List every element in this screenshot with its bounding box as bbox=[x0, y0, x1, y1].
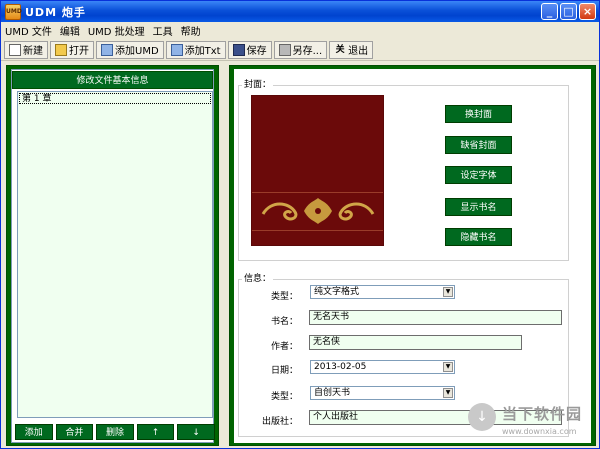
list-item[interactable]: 第 1 章 bbox=[19, 93, 211, 104]
menu-umd-file[interactable]: UMD 文件 bbox=[1, 23, 56, 38]
type-label: 类型： bbox=[270, 292, 298, 302]
cover-image[interactable] bbox=[251, 95, 384, 246]
title-bar[interactable]: UMD UDM 炮手 _ □ × bbox=[1, 1, 599, 22]
menu-edit[interactable]: 编辑 bbox=[56, 23, 84, 38]
menu-batch[interactable]: UMD 批处理 bbox=[84, 23, 149, 38]
open-button[interactable]: 打开 bbox=[50, 40, 94, 59]
window-title: UDM 炮手 bbox=[25, 5, 86, 19]
date-label: 日期： bbox=[270, 366, 298, 376]
add-txt-icon bbox=[170, 43, 183, 56]
default-cover-button[interactable]: 缺省封面 bbox=[445, 136, 512, 154]
maximize-button[interactable]: □ bbox=[560, 3, 577, 20]
change-cover-button[interactable]: 换封面 bbox=[445, 105, 512, 123]
type-select-value: 纯文字格式 bbox=[314, 287, 360, 297]
hide-title-button[interactable]: 隐藏书名 bbox=[445, 228, 512, 246]
window-controls: _ □ × bbox=[541, 3, 596, 20]
publisher-label: 出版社： bbox=[261, 417, 298, 427]
category-label: 类型： bbox=[270, 392, 298, 402]
exit-icon: 关 bbox=[335, 44, 345, 55]
watermark-text: 当下软件园 bbox=[502, 405, 583, 423]
new-file-icon bbox=[9, 43, 21, 56]
delete-chapter-button[interactable]: 删除 bbox=[96, 424, 134, 440]
menu-bar: UMD 文件 编辑 UMD 批处理 工具 帮助 bbox=[1, 22, 599, 40]
merge-chapter-button[interactable]: 合并 bbox=[55, 424, 94, 440]
floppy-icon bbox=[232, 43, 245, 56]
save-as-icon bbox=[278, 43, 291, 56]
folder-icon bbox=[55, 43, 67, 56]
watermark-url: www.downxia.com bbox=[502, 427, 577, 436]
move-down-button[interactable]: ↓ bbox=[177, 424, 215, 440]
chapter-buttons: 添加 合并 删除 ↑ ↓ bbox=[15, 424, 215, 440]
menu-tools[interactable]: 工具 bbox=[149, 23, 177, 38]
new-button-label: 新建 bbox=[23, 46, 43, 57]
cover-group-title: 封面： bbox=[242, 77, 274, 90]
chevron-down-icon[interactable]: ▼ bbox=[443, 362, 453, 372]
minimize-button[interactable]: _ bbox=[541, 3, 558, 20]
add-umd-button[interactable]: 添加UMD bbox=[96, 40, 164, 59]
add-umd-label: 添加UMD bbox=[115, 46, 159, 57]
bookname-label: 书名： bbox=[270, 317, 298, 327]
download-logo-icon: ↓ bbox=[468, 403, 496, 431]
info-group-title: 信息： bbox=[242, 271, 274, 284]
type-select[interactable]: 纯文字格式 ▼ bbox=[310, 285, 455, 299]
open-button-label: 打开 bbox=[69, 46, 89, 57]
menu-help[interactable]: 帮助 bbox=[177, 23, 205, 38]
bookname-input[interactable]: 无名天书 bbox=[309, 310, 562, 325]
set-font-button[interactable]: 设定字体 bbox=[445, 166, 512, 184]
main-window: UMD UDM 炮手 _ □ × UMD 文件 编辑 UMD 批处理 工具 帮助… bbox=[0, 0, 600, 449]
show-title-button[interactable]: 显示书名 bbox=[445, 198, 512, 216]
category-select[interactable]: 自创天书 ▼ bbox=[310, 386, 455, 400]
move-up-button[interactable]: ↑ bbox=[136, 424, 175, 440]
category-select-value: 自创天书 bbox=[314, 388, 351, 398]
edit-info-button[interactable]: 修改文件基本信息 bbox=[12, 71, 213, 89]
save-button-label: 保存 bbox=[246, 46, 267, 57]
chevron-down-icon[interactable]: ▼ bbox=[443, 287, 453, 297]
exit-button[interactable]: 关 退出 bbox=[329, 40, 374, 59]
author-label: 作者： bbox=[270, 342, 298, 352]
date-value: 2013-02-05 bbox=[314, 362, 367, 372]
save-button[interactable]: 保存 bbox=[227, 40, 272, 59]
chapter-list[interactable]: 第 1 章 bbox=[17, 91, 213, 418]
add-txt-label: 添加Txt bbox=[184, 46, 221, 57]
cover-ornament bbox=[261, 198, 375, 224]
app-icon: UMD bbox=[5, 3, 22, 20]
save-as-label: 另存... bbox=[292, 46, 323, 57]
cover-border-top bbox=[252, 192, 383, 193]
save-as-button[interactable]: 另存... bbox=[273, 40, 328, 59]
cover-border-bottom bbox=[252, 230, 383, 231]
close-button[interactable]: × bbox=[579, 3, 596, 20]
new-button[interactable]: 新建 bbox=[4, 40, 48, 59]
chevron-down-icon[interactable]: ▼ bbox=[443, 388, 453, 398]
date-picker[interactable]: 2013-02-05 ▼ bbox=[310, 360, 455, 374]
add-txt-button[interactable]: 添加Txt bbox=[165, 40, 226, 59]
watermark: ↓ 当下软件园 www.downxia.com bbox=[466, 401, 596, 441]
toolbar: 新建 打开 添加UMD 添加Txt 保存 另存... 关 退出 bbox=[1, 39, 599, 61]
add-umd-icon bbox=[101, 43, 113, 56]
author-input[interactable]: 无名侠 bbox=[309, 335, 522, 350]
add-chapter-button[interactable]: 添加 bbox=[15, 424, 53, 440]
exit-button-label: 退出 bbox=[348, 46, 369, 57]
